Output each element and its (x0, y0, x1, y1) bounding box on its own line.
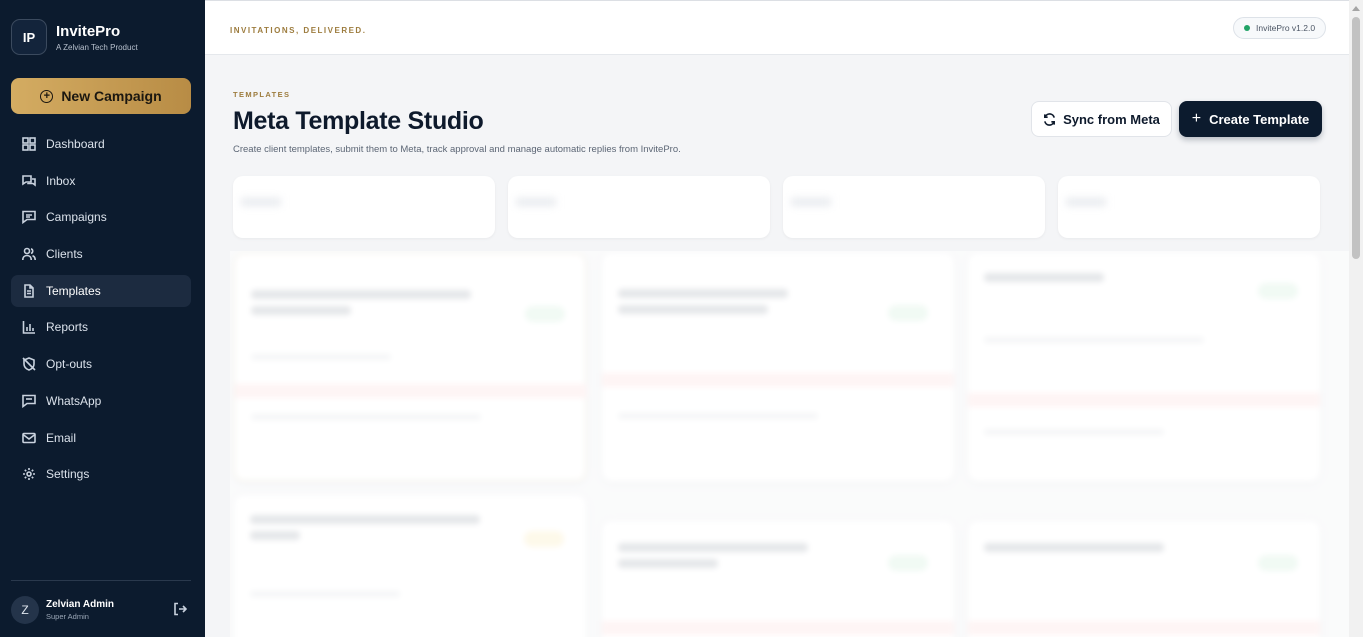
brand-logo: IP (11, 19, 47, 55)
message-icon (22, 211, 36, 225)
user-name: Zelvian Admin (46, 599, 114, 610)
sidebar-item-label: Inbox (46, 173, 76, 188)
stat-card (783, 176, 1045, 238)
sidebar-item-label: WhatsApp (46, 393, 102, 408)
shield-off-icon (22, 357, 36, 371)
refresh-icon (1044, 112, 1056, 126)
template-grid (230, 251, 1349, 637)
sidebar-item-templates[interactable]: Templates (11, 274, 191, 307)
page-title: Meta Template Studio (233, 107, 484, 135)
sync-from-meta-button[interactable]: Sync from Meta (1031, 101, 1172, 137)
sidebar-item-settings[interactable]: Settings (11, 458, 191, 490)
mail-icon (22, 432, 36, 443)
sidebar-item-opt-outs[interactable]: Opt-outs (11, 348, 191, 380)
logout-button[interactable] (173, 602, 188, 621)
sidebar-divider (11, 580, 191, 581)
stat-card (1058, 176, 1320, 238)
sidebar-item-label: Campaigns (46, 210, 107, 225)
user-profile: Z Zelvian Admin Super Admin (11, 596, 191, 624)
brand-name: InvitePro (56, 22, 121, 40)
message-square-icon (22, 394, 36, 408)
sidebar-item-dashboard[interactable]: Dashboard (11, 128, 191, 160)
sidebar-item-label: Settings (46, 467, 90, 482)
avatar: Z (11, 596, 39, 624)
bar-chart-icon (22, 321, 35, 335)
sidebar-item-label: Clients (46, 247, 83, 262)
file-icon (24, 283, 34, 298)
create-template-button[interactable]: + Create Template (1179, 101, 1322, 137)
sidebar-item-label: Opt-outs (46, 357, 93, 372)
scroll-thumb[interactable] (1352, 17, 1360, 259)
version-badge: InvitePro v1.2.0 (1233, 17, 1327, 39)
tagline: INVITATIONS, DELIVERED. (230, 26, 367, 35)
plus-circle-icon: + (40, 89, 54, 103)
status-dot-icon (1244, 25, 1250, 31)
topbar: INVITATIONS, DELIVERED. InvitePro v1.2.0 (205, 0, 1349, 55)
grid-icon (22, 137, 36, 151)
sidebar-item-campaigns[interactable]: Campaigns (11, 201, 191, 233)
user-role: Super Admin (46, 612, 89, 621)
logout-icon (174, 602, 188, 616)
page-subtitle: Create client templates, submit them to … (233, 144, 681, 155)
page-eyebrow: TEMPLATES (233, 90, 291, 99)
new-campaign-label: New Campaign (61, 88, 162, 104)
sidebar: IP InvitePro A Zelvian Tech Product + Ne… (0, 0, 205, 637)
sidebar-item-inbox[interactable]: Inbox (11, 165, 191, 197)
brand[interactable]: IP InvitePro A Zelvian Tech Product (11, 19, 138, 55)
sidebar-item-whatsapp[interactable]: WhatsApp (11, 385, 191, 417)
sidebar-nav: Dashboard Inbox Campaigns Clients Templa… (11, 128, 191, 495)
version-label: InvitePro v1.2.0 (1256, 23, 1316, 33)
scroll-up-icon[interactable] (1352, 6, 1360, 11)
blur-overlay (230, 251, 1349, 637)
chat-icon (22, 174, 36, 187)
sidebar-item-reports[interactable]: Reports (11, 311, 191, 343)
new-campaign-button[interactable]: + New Campaign (11, 78, 191, 114)
sidebar-item-label: Reports (46, 320, 89, 335)
brand-subtitle: A Zelvian Tech Product (56, 42, 138, 52)
sync-label: Sync from Meta (1063, 111, 1160, 127)
stat-card (508, 176, 770, 238)
scrollbar[interactable] (1349, 0, 1363, 637)
gear-icon (23, 468, 35, 481)
users-icon (22, 247, 36, 261)
sidebar-item-email[interactable]: Email (11, 422, 191, 454)
create-label: Create Template (1209, 111, 1310, 127)
plus-icon: + (1191, 110, 1202, 127)
sidebar-item-label: Email (46, 430, 77, 445)
stat-card (233, 176, 495, 238)
sidebar-item-label: Dashboard (46, 137, 105, 151)
sidebar-item-clients[interactable]: Clients (11, 238, 191, 270)
sidebar-item-label: Templates (46, 283, 101, 298)
